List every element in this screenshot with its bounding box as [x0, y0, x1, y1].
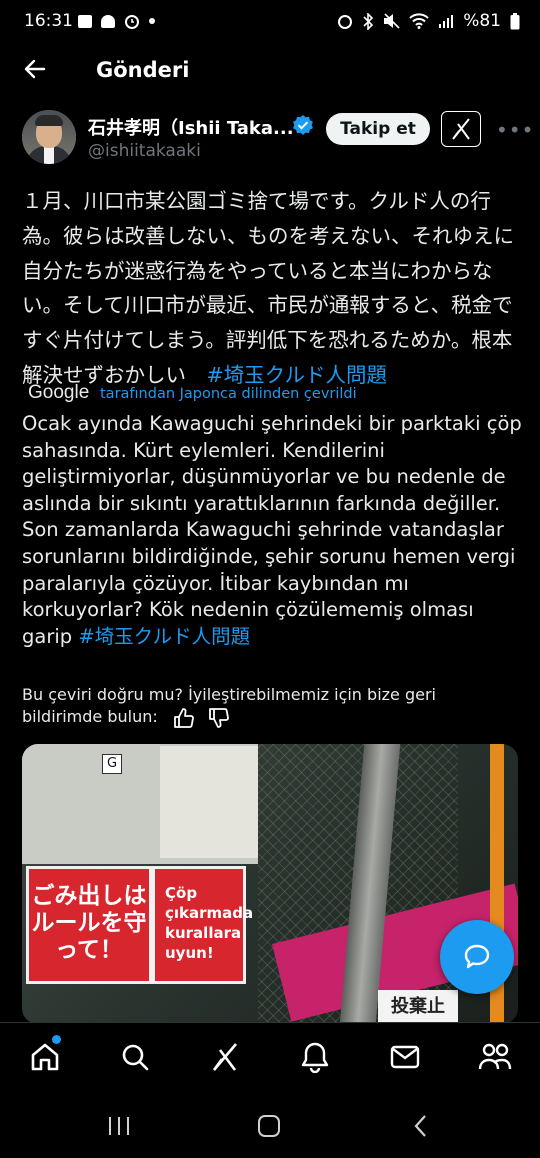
translation-attribution: Google tarafından Japonca dilinden çevri… [28, 382, 518, 408]
avatar[interactable] [22, 110, 76, 164]
grok-icon [452, 118, 470, 140]
original-text: １月、川口市某公園ゴミ捨て場です。クルド人の行為。彼らは改善しない、ものを考えな… [22, 189, 514, 387]
wifi-icon [409, 13, 429, 29]
alarm-icon [125, 15, 139, 29]
translated-hashtag-link[interactable]: #埼玉クルド人問題 [78, 625, 250, 648]
status-bar: 16:31 %81 [0, 0, 540, 44]
media-sign-turkish: Çöp çıkarmada kurallara uyun! [152, 866, 253, 984]
messages-icon [101, 14, 115, 28]
author-row: 石井孝明（Ishii Taka... @ishiitakaaki Takip e… [0, 110, 540, 166]
post-header: Gönderi [0, 52, 540, 92]
notifications-icon [301, 1042, 329, 1073]
post-media-image[interactable]: G ごみ出しはルールを守って！ Çöp çıkarmada kurallara … [22, 744, 518, 1024]
author-name[interactable]: 石井孝明（Ishii Taka... [88, 114, 294, 140]
more-horizontal-icon[interactable]: ••• [496, 118, 534, 142]
nav-home-badge [52, 1035, 61, 1044]
communities-icon [478, 1043, 512, 1070]
home-button-icon[interactable] [254, 1112, 284, 1140]
google-logo: Google [28, 382, 90, 403]
signal-icon [439, 15, 454, 28]
gallery-icon [78, 14, 92, 28]
translation-via[interactable]: tarafından Japonca dilinden çevrildi [100, 386, 357, 402]
nav-search[interactable] [117, 1039, 153, 1075]
status-right-icons: %81 [337, 11, 520, 31]
translation-feedback: Bu çeviri doğru mu? İyileştirebilmemiz i… [22, 684, 492, 728]
bluetooth-icon [363, 12, 374, 30]
nav-messages[interactable] [387, 1039, 423, 1075]
nav-notifications[interactable] [297, 1039, 333, 1075]
author-handle[interactable]: @ishiitakaaki [88, 141, 201, 161]
recents-icon[interactable] [104, 1112, 134, 1140]
nav-communities[interactable] [477, 1039, 513, 1075]
thumbs-down-icon[interactable] [208, 707, 230, 728]
system-nav [0, 1094, 540, 1158]
page-title: Gönderi [96, 58, 190, 82]
search-icon [122, 1044, 149, 1071]
media-sign-bottom: 投棄止 [378, 990, 458, 1024]
media-sign-japanese: ごみ出しはルールを守って！ [26, 866, 152, 984]
post-translated-text: Ocak ayında Kawaguchi şehrindeki bir par… [22, 411, 522, 650]
bottom-nav [0, 1022, 540, 1095]
dot-icon [149, 18, 155, 24]
status-time: 16:31 [24, 11, 73, 31]
compose-fab-button[interactable] [440, 920, 514, 994]
translated-text: Ocak ayında Kawaguchi şehrindeki bir par… [22, 412, 522, 648]
back-icon[interactable] [406, 1112, 436, 1140]
nav-home[interactable] [27, 1039, 63, 1075]
arrow-left-icon[interactable] [22, 56, 48, 82]
media-sign-g: G [102, 754, 122, 774]
post-original-text: １月、川口市某公園ゴミ捨て場です。クルド人の行為。彼らは改善しない、ものを考えな… [22, 184, 522, 393]
battery-icon [510, 12, 520, 29]
messages-icon [390, 1045, 420, 1069]
home-icon [31, 1043, 59, 1071]
grok-icon [212, 1043, 237, 1071]
status-left-icons [78, 13, 155, 29]
follow-button[interactable]: Takip et [326, 113, 430, 145]
mute-icon [384, 13, 400, 29]
verified-badge-icon [293, 115, 313, 135]
thumbs-up-icon[interactable] [173, 707, 195, 728]
grok-button[interactable] [441, 111, 481, 147]
chat-bubble-icon [464, 944, 490, 969]
alarm-icon [338, 15, 353, 29]
nav-grok[interactable] [207, 1039, 243, 1075]
battery-percent: %81 [463, 11, 501, 31]
